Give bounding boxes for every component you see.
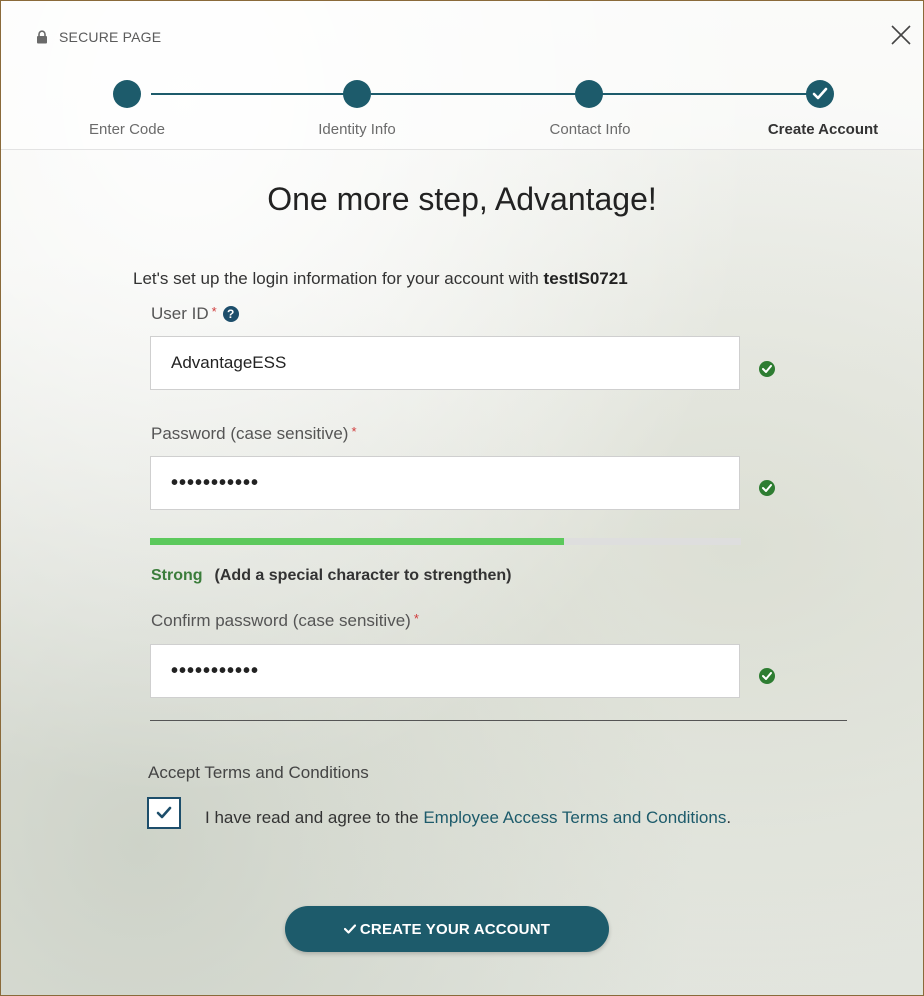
user-id-valid-check-icon	[759, 361, 775, 377]
required-mark: *	[413, 611, 419, 626]
secure-page-label: SECURE PAGE	[59, 29, 162, 45]
user-id-label-text: User ID	[151, 304, 209, 323]
confirm-password-input[interactable]: •••••••••••	[150, 644, 740, 698]
password-strength-fill	[150, 538, 564, 545]
step-3-dot	[575, 80, 603, 108]
terms-link[interactable]: Employee Access Terms and Conditions	[423, 808, 726, 827]
confirm-password-label: Confirm password (case sensitive) *	[151, 611, 419, 631]
step-1-dot	[113, 80, 141, 108]
password-label-text: Password (case sensitive)	[151, 424, 349, 443]
confirm-password-label-text: Confirm password (case sensitive)	[151, 611, 411, 630]
step-label-create-account: Create Account	[767, 121, 879, 138]
confirm-password-valid-check-icon	[759, 668, 775, 684]
user-id-value: AdvantageESS	[171, 353, 287, 372]
password-strength-meter	[150, 538, 741, 545]
page-title: One more step, Advantage!	[267, 181, 657, 217]
step-connector	[151, 93, 357, 95]
terms-heading: Accept Terms and Conditions	[148, 763, 369, 782]
create-account-label: CREATE YOUR ACCOUNT	[359, 920, 551, 938]
close-button[interactable]	[885, 19, 917, 51]
divider	[150, 720, 847, 721]
step-connector	[601, 93, 817, 95]
step-label-enter-code: Enter Code	[89, 121, 165, 138]
step-label-contact-info: Contact Info	[549, 121, 631, 138]
account-name: testIS0721	[543, 269, 628, 288]
secure-page-indicator: SECURE PAGE	[35, 29, 161, 45]
lock-icon	[35, 30, 49, 44]
question-circle-icon[interactable]: ?	[222, 306, 239, 322]
step-2-dot	[343, 80, 371, 108]
intro-text: Let's set up the login information for y…	[133, 269, 628, 289]
user-id-label: User ID *?	[151, 304, 239, 324]
confirm-password-value: •••••••••••	[171, 659, 260, 682]
check-icon	[343, 924, 356, 934]
strength-level: Strong	[151, 567, 203, 584]
password-strength-text: Strong (Add a special character to streng…	[151, 567, 512, 585]
progress-stepper: Enter Code Identity Info Contact Info Cr…	[1, 79, 923, 149]
terms-checkbox[interactable]	[147, 797, 181, 829]
intro-prefix: Let's set up the login information for y…	[133, 269, 544, 288]
step-connector	[371, 93, 591, 95]
terms-text-prefix: I have read and agree to the	[205, 808, 424, 827]
password-value: •••••••••••	[171, 471, 260, 494]
required-mark: *	[351, 424, 357, 439]
terms-agreement-text: I have read and agree to the Employee Ac…	[147, 803, 807, 833]
strength-hint: (Add a special character to strengthen)	[214, 567, 512, 584]
step-4-dot	[806, 80, 834, 108]
required-mark: *	[211, 304, 217, 319]
close-icon[interactable]	[885, 19, 917, 51]
user-id-input[interactable]: AdvantageESS	[150, 336, 740, 390]
password-valid-check-icon	[759, 480, 775, 496]
dialog-header: SECURE PAGE Enter Code Identity Info Con…	[1, 1, 923, 150]
step-label-identity-info: Identity Info	[318, 121, 396, 138]
password-label: Password (case sensitive) *	[151, 424, 357, 444]
check-icon	[812, 87, 828, 100]
create-account-button[interactable]: CREATE YOUR ACCOUNT	[285, 906, 609, 952]
terms-text-suffix: .	[726, 808, 732, 827]
password-input[interactable]: •••••••••••	[150, 456, 740, 510]
check-icon	[156, 806, 172, 819]
dialog: SECURE PAGE Enter Code Identity Info Con…	[0, 0, 924, 996]
